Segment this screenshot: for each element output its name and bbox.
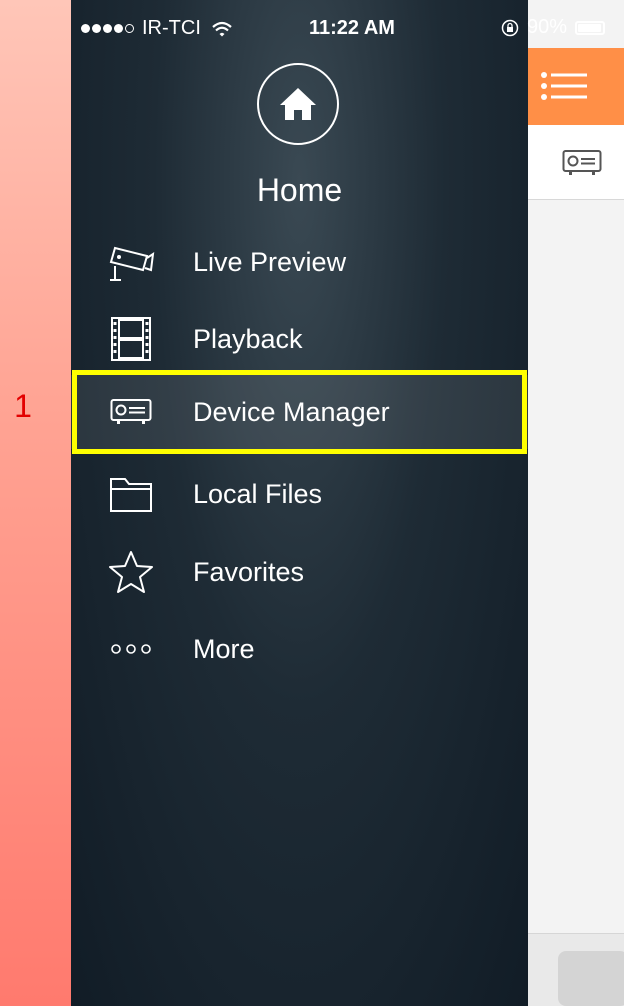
menu-item-playback[interactable]: Playback — [71, 302, 528, 376]
toolbar-button[interactable] — [558, 951, 624, 1006]
carrier-signal: IR-TCI — [81, 17, 233, 40]
drawer-title: Home — [256, 172, 343, 208]
film-strip-icon — [106, 314, 156, 364]
cctv-camera-icon — [106, 237, 156, 287]
bottom-toolbar — [528, 933, 624, 1006]
home-icon — [280, 88, 316, 120]
menu-item-local-files[interactable]: Local Files — [71, 457, 528, 531]
menu-item-live-preview[interactable]: Live Preview — [71, 225, 528, 299]
side-drawer-menu: Home Live Preview Playback Device Manage… — [71, 0, 528, 1006]
home-button[interactable] — [257, 63, 339, 145]
battery-percentage: 90% — [527, 16, 568, 38]
step-number-annotation: 1 — [14, 388, 32, 424]
battery-status: 90% — [501, 16, 606, 39]
menu-item-label: Device Manager — [193, 396, 390, 427]
list-menu-icon[interactable] — [540, 68, 588, 104]
menu-item-label: Playback — [193, 323, 303, 354]
dvr-device-icon — [106, 387, 156, 437]
status-time: 11:22 AM — [309, 17, 395, 39]
orientation-lock-icon — [501, 19, 519, 36]
menu-item-label: Live Preview — [193, 246, 347, 277]
phone-screen: Home Live Preview Playback Device Manage… — [71, 0, 624, 1006]
menu-item-label: Local Files — [193, 478, 323, 509]
menu-item-more[interactable]: More — [71, 612, 528, 686]
menu-item-device-manager[interactable]: Device Manager — [71, 375, 528, 449]
battery-icon — [575, 20, 606, 35]
status-bar: IR-TCI 11:22 AM 90% — [71, 0, 624, 48]
device-tab-row[interactable] — [528, 125, 624, 200]
carrier-name: IR-TCI — [142, 17, 201, 39]
app-header — [528, 48, 624, 125]
folder-icon — [106, 469, 156, 519]
menu-item-label: More — [193, 633, 255, 664]
wifi-icon — [212, 21, 232, 36]
star-icon — [106, 547, 156, 597]
dvr-device-icon — [562, 150, 602, 175]
main-content-panel — [528, 0, 624, 1006]
menu-item-favorites[interactable]: Favorites — [71, 535, 528, 609]
menu-item-label: Favorites — [193, 556, 305, 587]
more-dots-icon — [106, 624, 156, 674]
signal-strength-icon — [81, 24, 134, 33]
